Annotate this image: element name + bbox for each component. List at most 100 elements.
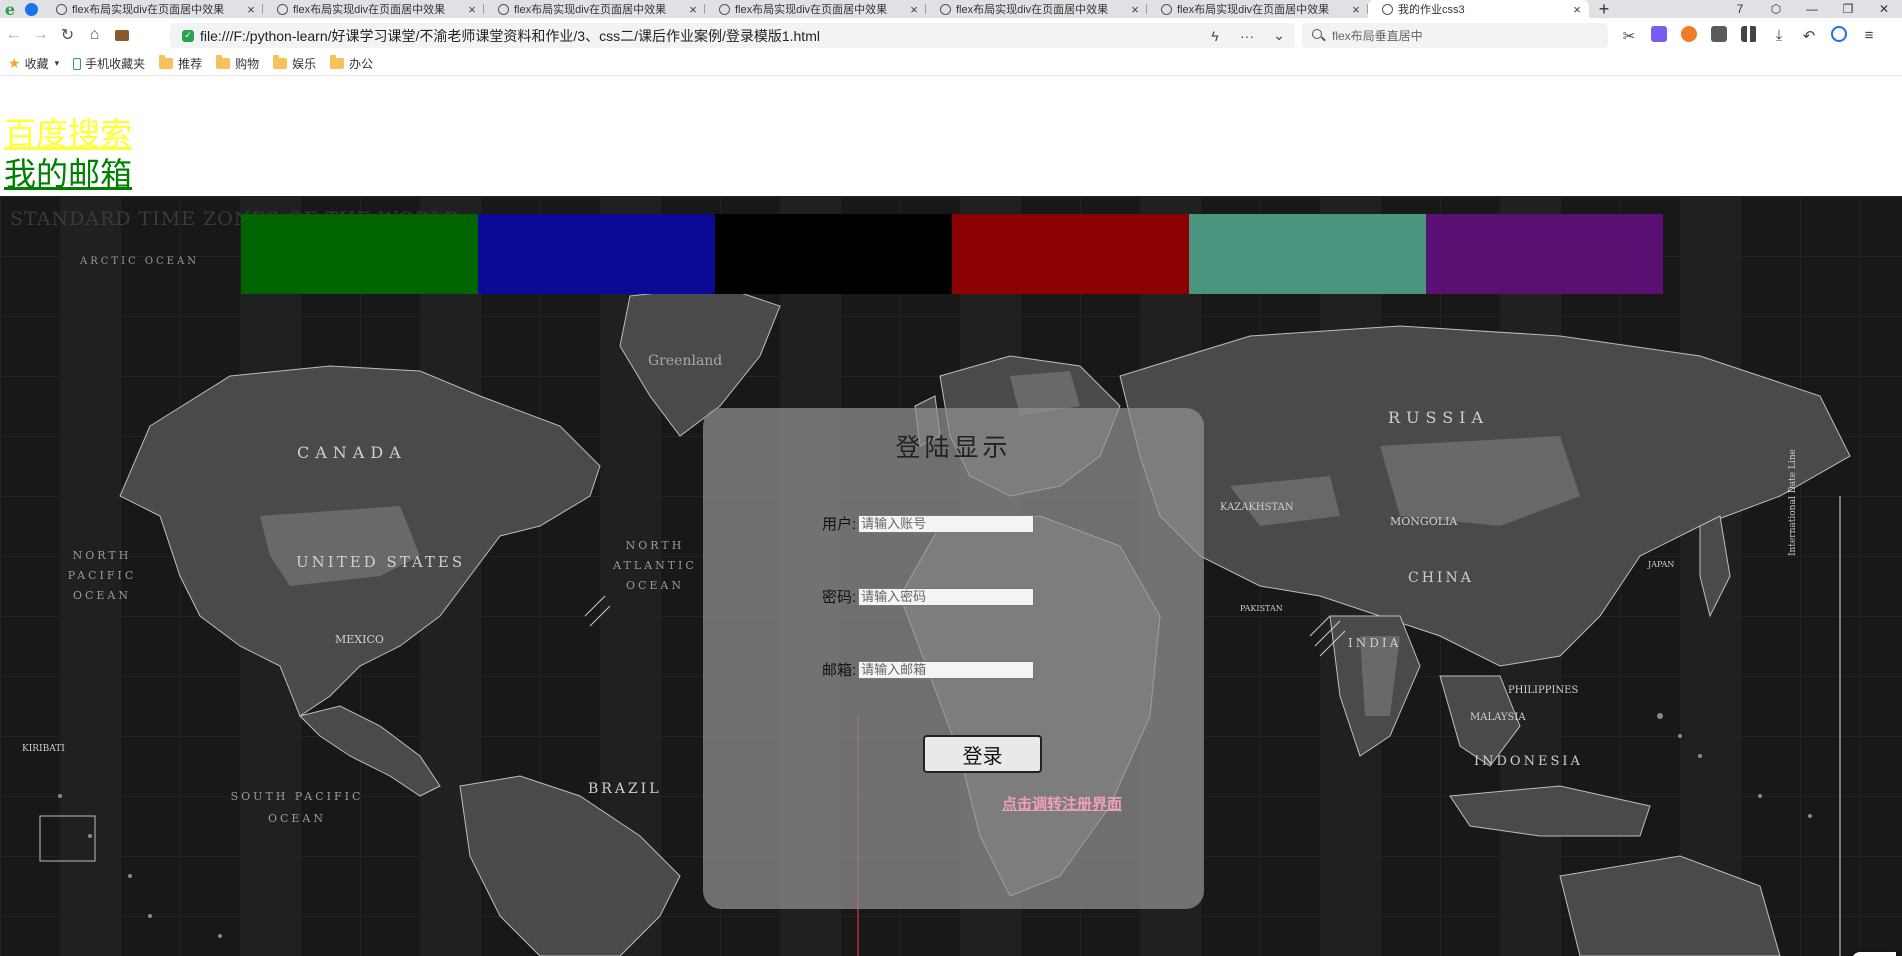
bookmark-folder-office[interactable]: 办公	[330, 55, 373, 72]
maximize-button[interactable]: ❐	[1830, 2, 1866, 16]
bookmark-folder-shopping[interactable]: 购物	[216, 55, 259, 72]
tab-title: flex布局实现div在页面居中效果	[956, 4, 1109, 16]
bookmark-favorites[interactable]: ★ 收藏 ▾	[8, 55, 59, 72]
close-tab-icon[interactable]: ×	[687, 2, 699, 17]
close-tab-icon[interactable]: ×	[908, 2, 920, 17]
map-label-greenland: Greenland	[648, 353, 723, 369]
globe-icon	[277, 3, 288, 15]
extension-purple-icon[interactable]	[1644, 25, 1674, 46]
bookmark-mobile[interactable]: 手机收藏夹	[73, 55, 145, 72]
login-button[interactable]: 登录	[923, 735, 1042, 773]
bookmark-folder-entertainment[interactable]: 娱乐	[273, 55, 316, 72]
globe-icon	[1161, 3, 1172, 15]
tab-title: flex布局实现div在页面居中效果	[72, 4, 225, 16]
map-label-indonesia: INDONESIA	[1474, 754, 1583, 769]
star-icon: ★	[8, 55, 21, 71]
bookmark-label: 办公	[349, 57, 374, 71]
globe-icon	[1382, 3, 1393, 15]
register-link[interactable]: 点击调转注册界面	[1002, 793, 1122, 814]
browser-tab-strip: e flex布局实现div在页面居中效果 × flex布局实现div在页面居中效…	[0, 0, 1902, 20]
color-box-red	[952, 214, 1189, 294]
email-input[interactable]	[858, 660, 1035, 679]
browser-tab-active[interactable]: 我的作业css3 ×	[1368, 0, 1589, 18]
close-tab-icon[interactable]: ×	[1129, 2, 1141, 17]
reload-button[interactable]: ↻	[54, 21, 81, 49]
password-input[interactable]	[858, 587, 1035, 606]
bookmark-label: 娱乐	[292, 57, 317, 71]
close-tab-icon[interactable]: ×	[1350, 2, 1362, 17]
lightning-icon[interactable]: ϟ	[1199, 28, 1231, 44]
briefcase-icon[interactable]	[108, 21, 135, 49]
folder-icon	[273, 55, 288, 69]
window-controls: 7 ⬡ — ❐ ✕	[1722, 0, 1902, 18]
login-title: 登陆显示	[895, 433, 1012, 462]
close-tab-icon[interactable]: ×	[466, 2, 478, 17]
scissors-icon[interactable]: ✂	[1614, 27, 1644, 45]
map-label-china: CHINA	[1408, 570, 1474, 586]
back-button[interactable]: ←	[0, 21, 27, 49]
browser-tab[interactable]: flex布局实现div在页面居中效果 ×	[1147, 0, 1368, 18]
map-label-north-atlantic: NORTH ATLANTIC OCEAN	[613, 539, 697, 592]
bookmark-label: 收藏	[24, 57, 49, 71]
address-toolbar: ← → ↻ ⌂ ✓ file:///F:/python-learn/好课学习课堂…	[0, 18, 1902, 52]
pinned-tab-icon[interactable]	[20, 0, 42, 18]
close-tab-icon[interactable]: ×	[245, 2, 257, 17]
map-label-pakistan: PAKISTAN	[1240, 604, 1283, 613]
globe-icon	[56, 3, 67, 15]
color-box-row	[241, 214, 1663, 294]
search-text[interactable]: flex布局垂直居中	[1332, 27, 1423, 44]
tab-title: 我的作业css3	[1398, 4, 1465, 16]
folder-icon	[159, 55, 174, 69]
more-icon[interactable]: ···	[1231, 28, 1263, 44]
close-window-button[interactable]: ✕	[1866, 2, 1902, 16]
download-icon[interactable]: ⤓	[1764, 27, 1794, 44]
browser-tab[interactable]: flex布局实现div在页面居中效果 ×	[484, 0, 705, 18]
browser-tab[interactable]: flex布局实现div在页面居中效果 ×	[705, 0, 926, 18]
my-mailbox-link[interactable]: 我的邮箱	[4, 154, 132, 194]
close-tab-icon[interactable]: ×	[1571, 2, 1583, 17]
color-box-purple	[1426, 214, 1663, 294]
address-bar[interactable]: ✓ file:///F:/python-learn/好课学习课堂/不渝老师课堂资…	[170, 23, 1295, 48]
map-label-malaysia: MALAYSIA	[1470, 712, 1526, 723]
browser-logo-icon[interactable]: e	[0, 0, 20, 19]
skin-icon[interactable]: ⬡	[1758, 2, 1794, 16]
map-label-brazil: BRAZIL	[588, 781, 662, 797]
globe-icon	[498, 3, 509, 15]
forward-button[interactable]: →	[27, 21, 54, 49]
secure-shield-icon: ✓	[182, 29, 194, 42]
caret-down-icon[interactable]: ▾	[55, 58, 60, 69]
search-icon	[1312, 28, 1326, 43]
extension-gray-icon[interactable]	[1704, 25, 1734, 46]
map-label-india: INDIA	[1348, 636, 1402, 650]
bookmark-folder-recommend[interactable]: 推荐	[159, 55, 202, 72]
browser-tab[interactable]: flex布局实现div在页面居中效果 ×	[263, 0, 484, 18]
color-box-green	[241, 214, 478, 294]
login-panel: 登陆显示 用户: 密码: 邮箱: 登录 点击调转注册界面	[703, 408, 1204, 909]
apps-grid-icon[interactable]	[1734, 25, 1764, 46]
tab-title: flex布局实现div在页面居中效果	[735, 4, 888, 16]
toolbar-extensions: ✂ ⤓ ↶ ≡	[1614, 23, 1884, 48]
bookmark-label: 购物	[235, 57, 260, 71]
baidu-search-link[interactable]: 百度搜索	[4, 114, 132, 154]
new-tab-button[interactable]: +	[1589, 0, 1619, 20]
tab-count-icon[interactable]: 7	[1722, 2, 1758, 16]
home-button[interactable]: ⌂	[81, 21, 108, 49]
browser-tab[interactable]: flex布局实现div在页面居中效果 ×	[926, 0, 1147, 18]
url-text[interactable]: file:///F:/python-learn/好课学习课堂/不渝老师课堂资料和…	[200, 26, 1199, 46]
globe-icon	[940, 3, 951, 15]
phone-icon	[73, 57, 82, 70]
side-assistant-widget[interactable]	[1852, 952, 1896, 956]
password-field: 密码:	[822, 586, 1035, 607]
email-label: 邮箱:	[822, 662, 857, 679]
tab-title: flex布局实现div在页面居中效果	[514, 4, 667, 16]
menu-icon[interactable]: ≡	[1854, 27, 1884, 44]
chevron-down-icon[interactable]: ⌄	[1263, 27, 1295, 44]
map-label-mexico: MEXICO	[335, 633, 384, 646]
search-box[interactable]: flex布局垂直居中	[1302, 23, 1608, 48]
username-input[interactable]	[858, 514, 1035, 533]
browser-tab[interactable]: flex布局实现div在页面居中效果 ×	[42, 0, 263, 18]
extension-orange-icon[interactable]	[1674, 25, 1704, 46]
minimize-button[interactable]: —	[1794, 2, 1830, 16]
sync-icon[interactable]	[1824, 25, 1854, 46]
undo-icon[interactable]: ↶	[1794, 27, 1824, 45]
